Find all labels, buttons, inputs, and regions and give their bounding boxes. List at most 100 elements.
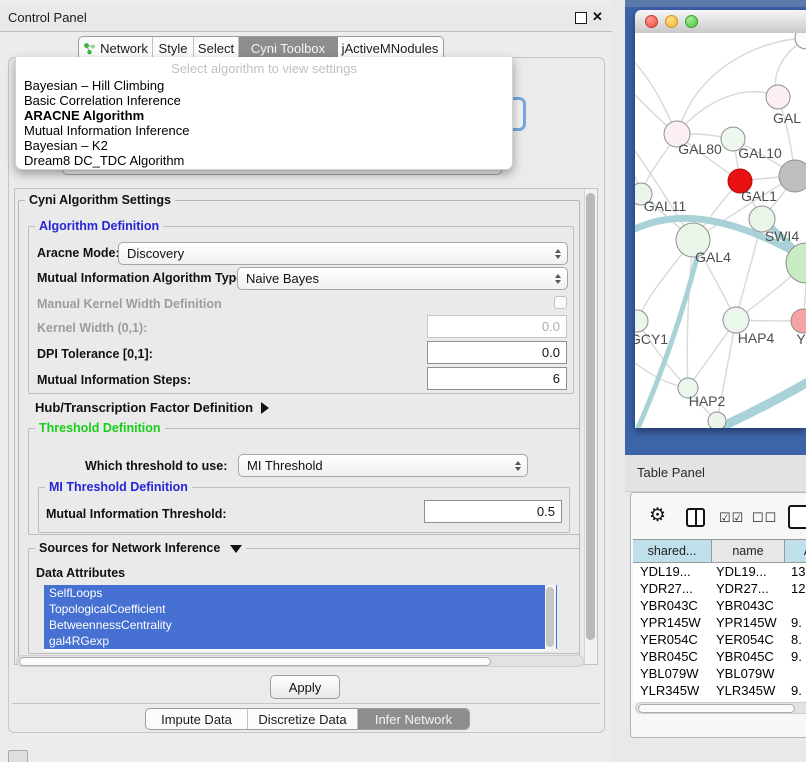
control-panel-titlebar[interactable]: Control Panel ✕	[0, 5, 612, 32]
table-cell[interactable]	[785, 597, 806, 614]
dropdown-item[interactable]: ARACNE Algorithm	[16, 108, 512, 123]
attribute-item[interactable]: BetweennessCentrality	[44, 617, 557, 633]
dropdown-item[interactable]: Mutual Information Inference	[16, 123, 512, 138]
table-cell[interactable]: YLR345W	[633, 682, 712, 699]
table-cell[interactable]: YDL19...	[712, 563, 785, 580]
subtab-impute-data[interactable]: Impute Data	[146, 709, 248, 729]
attributes-vscrollbar[interactable]	[545, 585, 556, 651]
network-node[interactable]	[779, 160, 806, 192]
table-cell[interactable]: 12	[785, 580, 806, 597]
mi-steps-label: Mutual Information Steps:	[37, 373, 191, 387]
attributes-vscrollbar-thumb[interactable]	[546, 587, 554, 647]
table-cell[interactable]: YLR345W	[712, 682, 785, 699]
network-node-Y[interactable]	[791, 309, 806, 333]
network-node-GAL[interactable]	[766, 85, 790, 109]
table-cell[interactable]: YER054C	[712, 631, 785, 648]
network-node[interactable]	[708, 412, 726, 428]
attribute-item[interactable]: TopologicalCoefficient	[44, 601, 557, 617]
apply-button[interactable]: Apply	[270, 675, 340, 699]
mi-algorithm-type-combo[interactable]: Naive Bayes	[237, 267, 568, 290]
table-hscrollbar[interactable]	[635, 702, 806, 714]
table-cell[interactable]: YBL079W	[633, 665, 712, 682]
table-row[interactable]: YBR045CYBR045C9.	[633, 648, 806, 665]
settings-vscrollbar-thumb[interactable]	[586, 193, 595, 640]
dropdown-item[interactable]: Dream8 DC_TDC Algorithm	[16, 153, 512, 168]
table-cell[interactable]: YIL052C	[633, 699, 712, 701]
table-cell[interactable]: YBL079W	[712, 665, 785, 682]
table-row[interactable]: YIL052CYIL052C9	[633, 699, 806, 701]
dropdown-item[interactable]: Bayesian – Hill Climbing	[16, 78, 512, 93]
table-cell[interactable]: 9.	[785, 614, 806, 631]
table-cell[interactable]: YDL19...	[633, 563, 712, 580]
table-row[interactable]: YLR345WYLR345W9.	[633, 682, 806, 699]
deselect-all-columns-icon[interactable]: ☐☐	[752, 510, 777, 526]
table-settings-gear-icon[interactable]: ⚙	[649, 506, 666, 525]
network-node[interactable]	[795, 33, 806, 49]
table-cell[interactable]: YPR145W	[633, 614, 712, 631]
table-cell[interactable]: YBR045C	[712, 648, 785, 665]
network-edge[interactable]	[687, 240, 693, 388]
column-header-name[interactable]: name	[712, 540, 785, 562]
zoom-traffic-light-icon[interactable]	[685, 15, 698, 28]
table-cell[interactable]: 13	[785, 563, 806, 580]
subtab-discretize-data[interactable]: Discretize Data	[248, 709, 358, 729]
dpi-tolerance-field[interactable]: 0.0	[427, 341, 567, 364]
network-node-GCY1[interactable]	[635, 310, 648, 332]
manual-kernel-checkbox[interactable]	[554, 296, 567, 309]
network-edge[interactable]	[677, 92, 778, 134]
attribute-item[interactable]: gal4RGexp	[44, 633, 557, 649]
mi-steps-field[interactable]: 6	[427, 367, 567, 390]
table-cell[interactable]: 9	[785, 699, 806, 701]
table-cell[interactable]	[785, 665, 806, 682]
settings-vscrollbar[interactable]	[584, 189, 597, 664]
table-cell[interactable]: YBR043C	[633, 597, 712, 614]
kernel-width-field[interactable]: 0.0	[427, 315, 567, 338]
table-panel: ⚙ ☑☑ ☐☐ shared... name A YDL19...YDL19..…	[630, 492, 806, 738]
column-layout-icon[interactable]	[686, 508, 705, 527]
settings-hscrollbar-thumb[interactable]	[19, 657, 491, 666]
dropdown-item[interactable]: Bayesian – K2	[16, 138, 512, 153]
export-table-icon[interactable]	[788, 505, 806, 529]
table-hscrollbar-thumb[interactable]	[638, 704, 795, 713]
table-row[interactable]: YER054CYER054C8.	[633, 631, 806, 648]
table-cell[interactable]: 8.	[785, 631, 806, 648]
network-window-titlebar[interactable]	[635, 10, 806, 34]
select-all-columns-icon[interactable]: ☑☑	[719, 510, 744, 526]
column-header-partial[interactable]: A	[785, 540, 806, 562]
column-header-shared-name[interactable]: shared...	[633, 540, 712, 562]
subtab-infer-network[interactable]: Infer Network	[358, 709, 469, 729]
table-row[interactable]: YPR145WYPR145W9.	[633, 614, 806, 631]
close-traffic-light-icon[interactable]	[645, 15, 658, 28]
dropdown-item[interactable]: Basic Correlation Inference	[16, 93, 512, 108]
network-edge-thick[interactable]	[713, 383, 806, 428]
hub-definition-toggle[interactable]: Hub/Transcription Factor Definition	[35, 400, 269, 415]
minimize-traffic-light-icon[interactable]	[665, 15, 678, 28]
mi-threshold-field[interactable]: 0.5	[424, 500, 562, 523]
float-window-icon[interactable]	[575, 12, 587, 24]
apply-button-label: Apply	[289, 680, 322, 695]
network-canvas[interactable]: GALGAL80GAL10GAL1GAL11SWI4GAL4GCY1HAP4YH…	[635, 33, 806, 428]
settings-hscrollbar[interactable]	[16, 655, 584, 667]
which-threshold-combo[interactable]: MI Threshold	[238, 454, 528, 477]
table-cell[interactable]: 9.	[785, 648, 806, 665]
data-attributes-list[interactable]: SelfLoopsTopologicalCoefficientBetweenne…	[44, 585, 557, 651]
table-cell[interactable]: YIL052C	[712, 699, 785, 701]
table-cell[interactable]: YBR045C	[633, 648, 712, 665]
table-row[interactable]: YBL079WYBL079W	[633, 665, 806, 682]
table-cell[interactable]: YDR27...	[712, 580, 785, 597]
table-cell[interactable]: 9.	[785, 682, 806, 699]
table-row[interactable]: YBR043CYBR043C	[633, 597, 806, 614]
dock-corner-button[interactable]	[8, 750, 28, 762]
aracne-mode-combo[interactable]: Discovery	[118, 242, 568, 265]
table-cell[interactable]: YER054C	[633, 631, 712, 648]
table-row[interactable]: YDR27...YDR27...12	[633, 580, 806, 597]
attribute-item[interactable]: SelfLoops	[44, 585, 557, 601]
network-node-label: GAL80	[678, 141, 722, 157]
table-cell[interactable]: YBR043C	[712, 597, 785, 614]
algorithm-dropdown-list: Bayesian – Hill ClimbingBasic Correlatio…	[16, 78, 512, 168]
table-cell[interactable]: YPR145W	[712, 614, 785, 631]
sources-legend-wrap[interactable]: Sources for Network Inference	[35, 541, 246, 555]
table-cell[interactable]: YDR27...	[633, 580, 712, 597]
close-panel-icon[interactable]: ✕	[592, 9, 603, 25]
table-row[interactable]: YDL19...YDL19...13	[633, 563, 806, 580]
